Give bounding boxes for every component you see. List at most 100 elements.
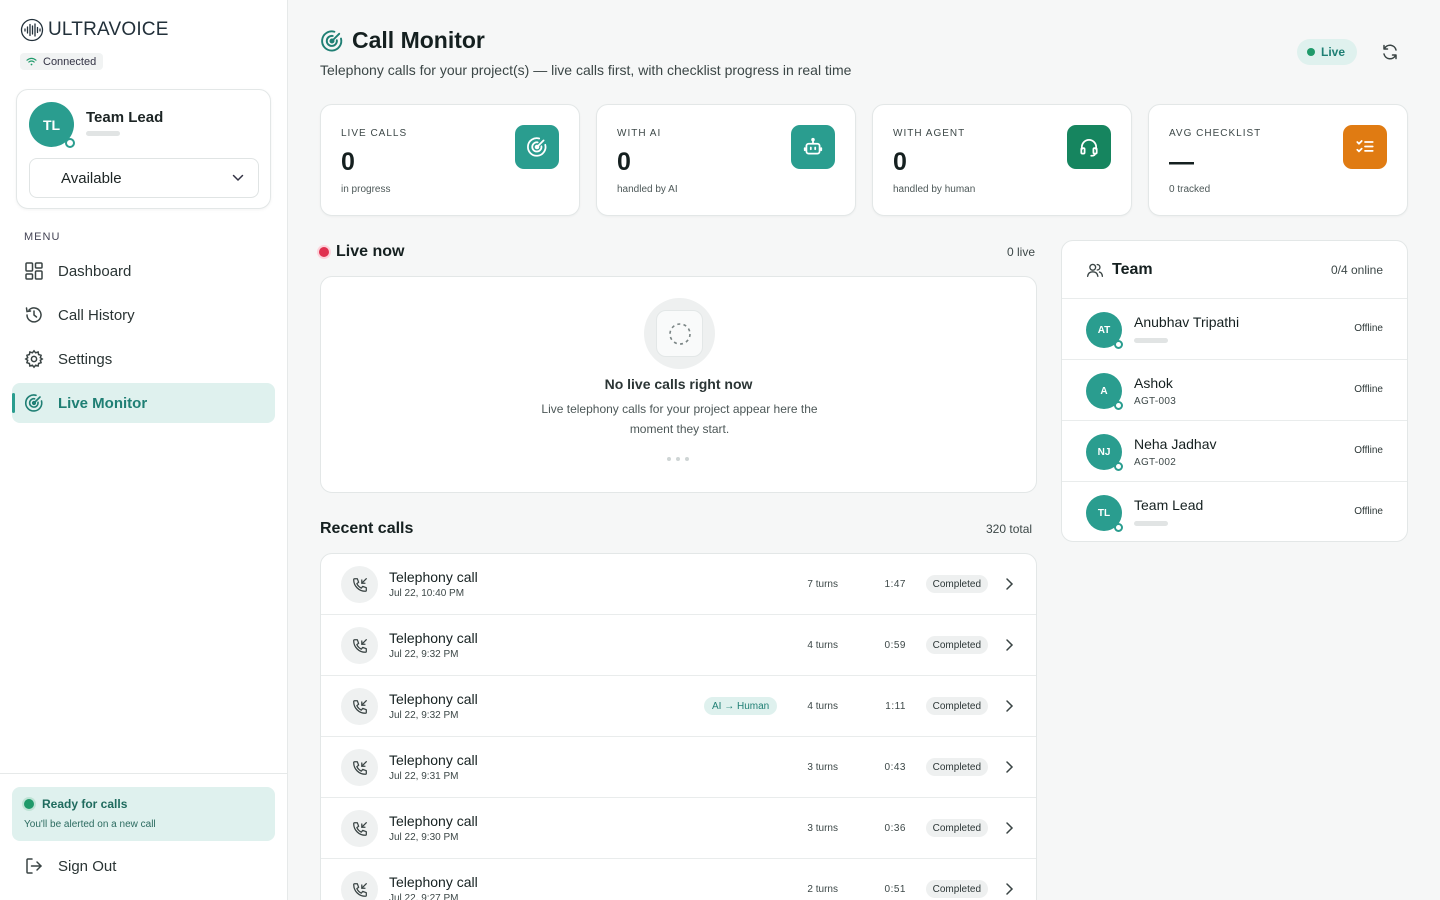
member-presence-dot [1114,340,1123,349]
user-avatar[interactable]: TL [29,102,75,148]
refresh-button[interactable] [1380,42,1400,67]
chevron-right-icon[interactable] [1005,821,1014,835]
call-row[interactable]: Telephony call Jul 22, 9:32 PM 4 turns 0… [321,615,1036,676]
member-status: Offline [1354,384,1383,395]
chevron-right-icon[interactable] [1005,638,1014,652]
team-title: Team [1112,261,1153,278]
sidebar-item-settings[interactable]: Settings [12,339,275,379]
member-presence-dot [1114,401,1123,410]
team-member-list: AT Anubhav Tripathi Offline A Ashok AGT-… [1062,299,1407,541]
loading-spinner-icon [668,322,691,345]
stat-value: 0 [341,148,355,176]
connection-status-badge: Connected [20,53,104,70]
member-name: Ashok [1134,375,1173,391]
logout-icon [26,858,42,874]
call-duration: 0:43 [884,762,906,773]
sidebar-footer: Ready for calls You'll be alerted on a n… [0,773,287,900]
call-row[interactable]: Telephony call Jul 22, 9:31 PM 3 turns 0… [321,737,1036,798]
member-name: Neha Jadhav [1134,436,1217,452]
call-turns: 3 turns [807,823,838,834]
member-initials: AT [1097,324,1111,336]
empty-state-text: Live telephony calls for your project ap… [541,402,818,436]
member-presence-dot [1114,523,1123,532]
team-member-row[interactable]: NJ Neha Jadhav AGT-002 Offline [1062,421,1407,482]
team-online-count: 0/4 online [1330,263,1383,277]
sidebar-item-call-history[interactable]: Call History [12,295,275,335]
team-panel: Team 0/4 online AT Anubhav Tripathi Offl… [1061,240,1408,542]
call-row[interactable]: Telephony call Jul 22, 9:27 PM 2 turns 0… [321,859,1036,900]
member-initials: NJ [1097,446,1111,458]
call-date: Jul 22, 9:31 PM [389,771,459,782]
member-status: Offline [1354,445,1383,456]
team-member-row[interactable]: A Ashok AGT-003 Offline [1062,360,1407,421]
chevron-down-icon [232,174,244,182]
call-title: Telephony call [389,691,478,707]
incoming-call-icon [341,627,378,664]
stat-card-avg-checklist: AVG CHECKLIST — 0 tracked [1148,104,1408,216]
team-member-row[interactable]: AT Anubhav Tripathi Offline [1062,299,1407,360]
chevron-right-icon[interactable] [1005,760,1014,774]
sign-out-button[interactable]: Sign Out [24,856,116,876]
call-date: Jul 22, 9:30 PM [389,832,459,843]
soundwave-logo-icon [20,18,44,42]
call-row[interactable]: Telephony call Jul 22, 9:30 PM 3 turns 0… [321,798,1036,859]
member-subtitle-redacted [1134,338,1168,343]
live-calls-empty-state: No live calls right now Live telephony c… [320,276,1037,493]
brand-logo[interactable]: ULTRAVOICE [20,18,169,42]
stat-card-with-agent: WITH AGENT 0 handled by human [872,104,1132,216]
member-avatar: A [1086,373,1123,410]
page-title: Call Monitor [352,27,485,53]
page-title-block: Call Monitor [320,27,485,54]
call-title: Telephony call [389,874,478,890]
call-date: Jul 22, 9:27 PM [389,893,459,900]
ready-title: Ready for calls [42,797,128,811]
sidebar-nav: Dashboard Call History Settings Live Mon… [12,251,275,427]
sidebar-item-live-monitor[interactable]: Live Monitor [12,383,275,423]
live-now-count: 0 live [1007,245,1036,259]
member-status: Offline [1354,323,1383,334]
sidebar-item-dashboard[interactable]: Dashboard [12,251,275,291]
live-indicator-dot [319,247,329,257]
call-duration: 0:36 [884,823,906,834]
user-subtitle-redacted [86,131,120,136]
page-subtitle: Telephony calls for your project(s) — li… [320,62,852,78]
user-name: Team Lead [86,109,164,126]
incoming-call-icon [341,688,378,725]
recent-calls-title: Recent calls [320,520,414,537]
chevron-right-icon[interactable] [1005,699,1014,713]
stat-value: — [1169,148,1194,176]
ready-subtitle: You'll be alerted on a new call [24,819,156,830]
member-initials: TL [1097,507,1111,519]
stat-value: 0 [617,148,631,176]
call-row[interactable]: Telephony call Jul 22, 10:40 PM 7 turns … [321,554,1036,615]
call-duration: 1:11 [885,701,906,712]
sidebar-item-label: Dashboard [58,262,132,280]
call-status-badge: Completed [925,636,988,654]
wifi-icon [26,57,37,66]
brand-name: ULTRAVOICE [48,19,169,40]
call-row[interactable]: Telephony call Jul 22, 9:32 PM AI → Huma… [321,676,1036,737]
member-avatar: TL [1086,495,1123,532]
call-duration: 0:51 [884,884,906,895]
call-status-badge: Completed [925,575,988,593]
team-member-row[interactable]: TL Team Lead Offline [1062,482,1407,541]
recent-calls-total: 320 total [986,522,1033,536]
stat-label: WITH AI [617,128,662,139]
headset-icon [1067,125,1111,169]
call-turns: 3 turns [807,762,838,773]
member-avatar: NJ [1086,434,1123,471]
member-agent-code: AGT-002 [1134,457,1177,468]
member-name: Anubhav Tripathi [1134,314,1240,330]
incoming-call-icon [341,566,378,603]
member-status: Offline [1354,506,1383,517]
ready-status-dot [24,799,34,809]
member-subtitle-redacted [1134,521,1168,526]
availability-select[interactable]: Available [29,158,259,198]
member-avatar: AT [1086,312,1123,349]
member-presence-dot [1114,462,1123,471]
empty-state-icon-box [656,310,703,357]
sidebar-item-label: Call History [58,306,135,324]
chevron-right-icon[interactable] [1005,577,1014,591]
user-initials: TL [42,116,61,133]
chevron-right-icon[interactable] [1005,882,1014,896]
